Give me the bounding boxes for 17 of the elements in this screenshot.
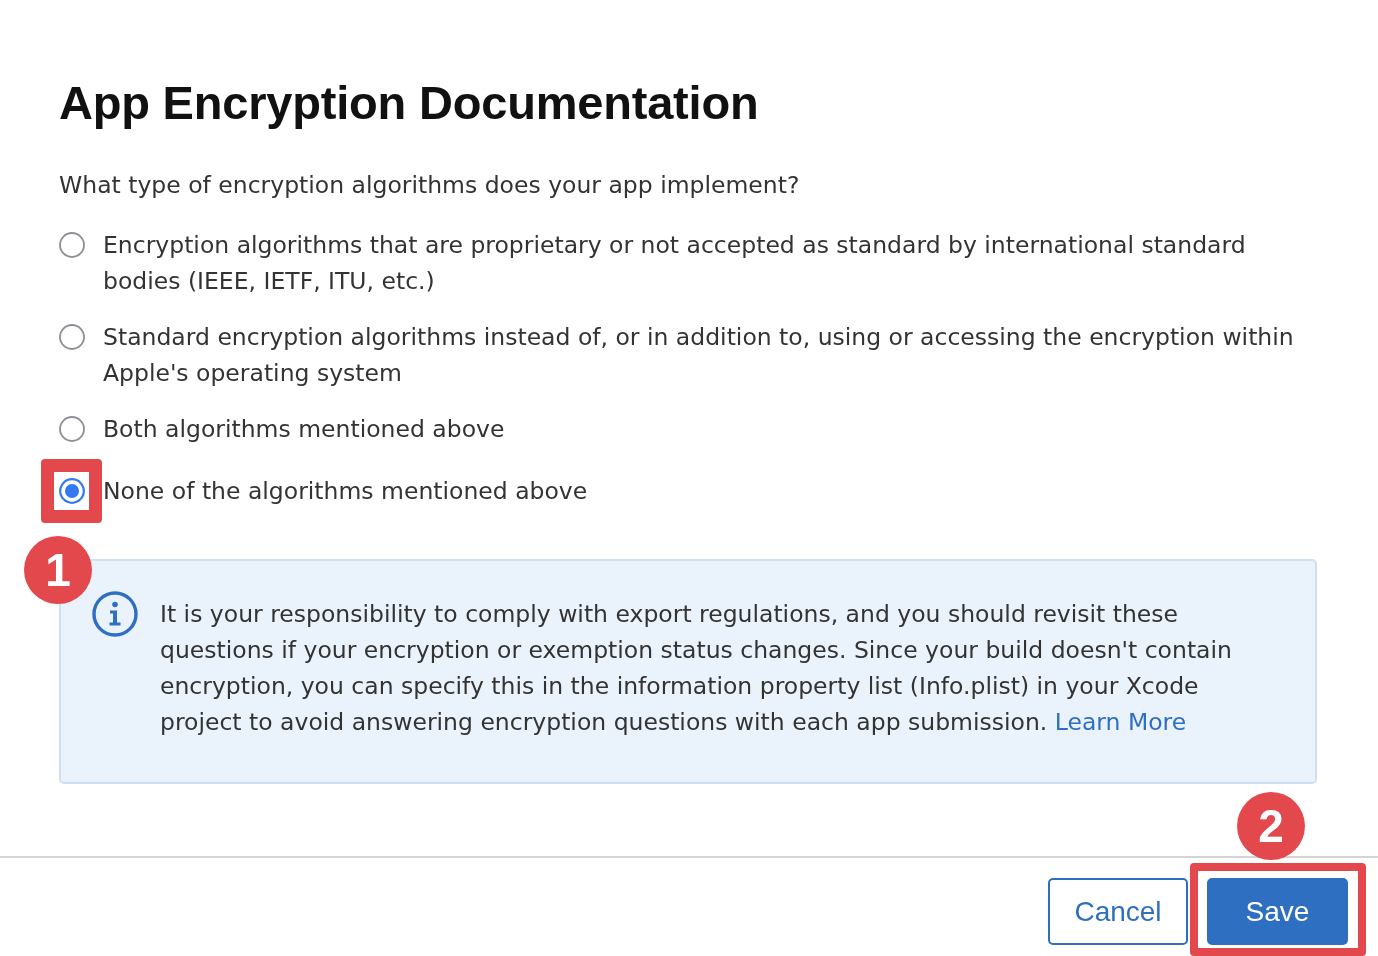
radio-button[interactable]: [59, 416, 85, 442]
option-label: Both algorithms mentioned above: [103, 414, 505, 445]
radio-button[interactable]: [59, 324, 85, 350]
dialog-title: App Encryption Documentation: [59, 75, 760, 131]
option-label: Encryption algorithms that are proprietary or not accepted as standard by international standard bodies (IEEE, IETF, ITU, etc.): [103, 230, 1247, 297]
question-text: What type of encryption algorithms does your app implement?: [59, 170, 801, 201]
step-badge: 1: [24, 536, 92, 604]
step-badge: 2: [1237, 792, 1305, 860]
cancel-button[interactable]: Cancel: [1048, 878, 1188, 945]
notice-text: It is your responsibility to comply with export regulations, and you should revisit these questions if your encryption or exemption status changes. Since your build doesn't contain encryption, you can specify this in the information property list (Info.plist) in your Xcode project to avoid answering encryption questions with each app submission. Learn More: [160, 599, 1233, 738]
save-button[interactable]: Save: [1207, 878, 1348, 945]
radio-button[interactable]: [59, 478, 85, 504]
radio-button[interactable]: [59, 232, 85, 258]
learn-more-link[interactable]: Learn More: [1054, 708, 1187, 736]
option-label: None of the algorithms mentioned above: [103, 476, 588, 507]
option-label: Standard encryption algorithms instead of, or in addition to, using or accessing the encryption within Apple's operating system: [103, 322, 1295, 389]
info-icon: [92, 591, 138, 637]
